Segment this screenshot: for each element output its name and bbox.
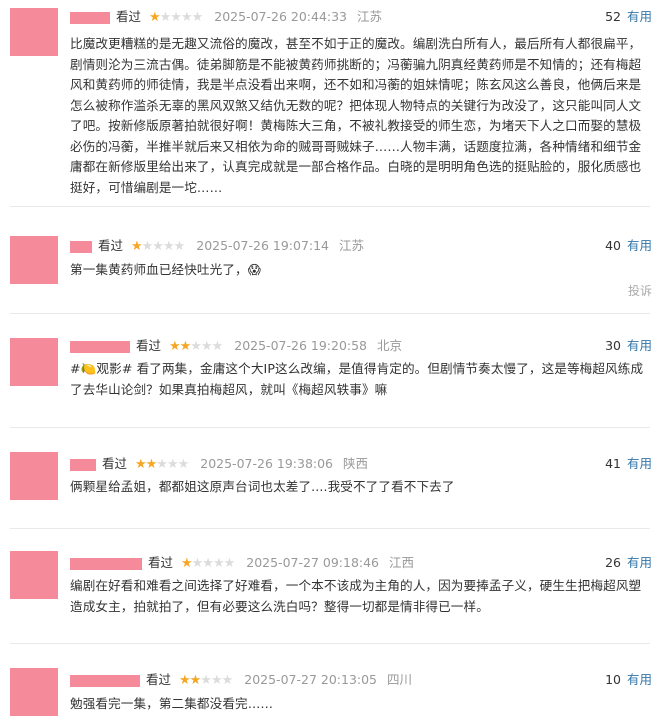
useful-button[interactable]: 有用 [627,9,652,24]
vote-area: 40 有用 [605,237,652,255]
username-redacted[interactable] [70,240,92,253]
vote-count: 30 [605,338,621,353]
watch-status: 看过 [115,9,141,24]
useful-button[interactable]: 有用 [627,338,652,353]
watch-status: 看过 [145,672,171,687]
vote-area: 30 有用 [605,337,652,355]
useful-button[interactable]: 有用 [627,238,652,253]
divider [10,206,650,207]
review-location: 江苏 [339,238,365,253]
username-redacted[interactable] [70,674,140,687]
useful-button[interactable]: 有用 [627,672,652,687]
review-time: 2025-07-26 19:20:58 [234,338,368,353]
review-meta: 看过 ★★★★★ 2025-07-27 20:13:05 四川 10 有用 [70,671,652,689]
review-time: 2025-07-26 19:07:14 [196,238,330,253]
vote-area: 52 有用 [605,8,652,26]
useful-button[interactable]: 有用 [627,456,652,471]
rating-stars: ★★★★★ [178,673,233,688]
review-meta: 看过 ★★★★★ 2025-07-26 19:07:14 江苏 40 有用 [70,237,652,255]
review-meta: 看过 ★★★★★ 2025-07-26 19:20:58 北京 30 有用 [70,337,652,355]
rating-stars: ★★★★★ [130,239,185,254]
username-redacted[interactable] [70,340,130,353]
review-content: 俩颗星给孟姐，都都姐这原声台词也太差了....我受不了了看不下去了 [70,479,455,494]
review-time: 2025-07-27 09:18:46 [246,555,380,570]
vote-count: 52 [605,9,621,24]
useful-button[interactable]: 有用 [627,555,652,570]
avatar[interactable] [10,8,58,56]
vote-area: 26 有用 [605,554,652,572]
vote-count: 26 [605,555,621,570]
divider [10,643,650,644]
report-button[interactable]: 投诉 [628,282,652,299]
avatar[interactable] [10,668,58,716]
avatar[interactable] [10,452,58,500]
review-time: 2025-07-26 19:38:06 [200,456,334,471]
username-redacted[interactable] [70,11,110,24]
watch-status: 看过 [101,456,127,471]
review-content: 第一集黄药师血已经快吐光了，😱 [70,262,261,277]
rating-stars: ★★★★★ [168,339,223,354]
review-time: 2025-07-26 20:44:33 [214,9,348,24]
watch-status: 看过 [135,338,161,353]
username-redacted[interactable] [70,557,142,570]
avatar[interactable] [10,338,58,386]
review-location: 江苏 [357,9,383,24]
username-redacted[interactable] [70,458,96,471]
review-content: 比魔改更糟糕的是无趣又流俗的魔改，甚至不如于正的魔改。编剧洗白所有人，最后所有人… [70,36,642,195]
review-location: 四川 [387,672,413,687]
watch-status: 看过 [147,555,173,570]
review-time: 2025-07-27 20:13:05 [244,672,378,687]
review-location: 北京 [377,338,403,353]
vote-area: 41 有用 [605,455,652,473]
review-meta: 看过 ★★★★★ 2025-07-26 19:38:06 陕西 41 有用 [70,455,652,473]
review-meta: 看过 ★★★★★ 2025-07-26 20:44:33 江苏 52 有用 [70,8,652,26]
divider [10,427,650,428]
review-location: 江西 [389,555,415,570]
review-content: 编剧在好看和难看之间选择了好难看，一个本不该成为主角的人，因为要捧孟子义，硬生生… [70,578,642,614]
review-location: 陕西 [343,456,369,471]
review-meta: 看过 ★★★★★ 2025-07-27 09:18:46 江西 26 有用 [70,554,652,572]
vote-count: 41 [605,456,621,471]
rating-stars: ★★★★★ [134,457,189,472]
divider [10,313,650,314]
vote-count: 40 [605,238,621,253]
vote-area: 10 有用 [605,671,652,689]
review-content: 勉强看完一集，第二集都没看完…… [70,696,274,711]
avatar[interactable] [10,236,58,284]
watch-status: 看过 [97,238,123,253]
avatar[interactable] [10,551,58,599]
vote-count: 10 [605,672,621,687]
rating-stars: ★★★★★ [180,556,235,571]
divider [10,528,650,529]
review-content: #🍋观影# 看了两集，金庸这个大IP这么改编，是值得肯定的。但剧情节奏太慢了，这… [70,361,644,397]
rating-stars: ★★★★★ [148,10,203,25]
